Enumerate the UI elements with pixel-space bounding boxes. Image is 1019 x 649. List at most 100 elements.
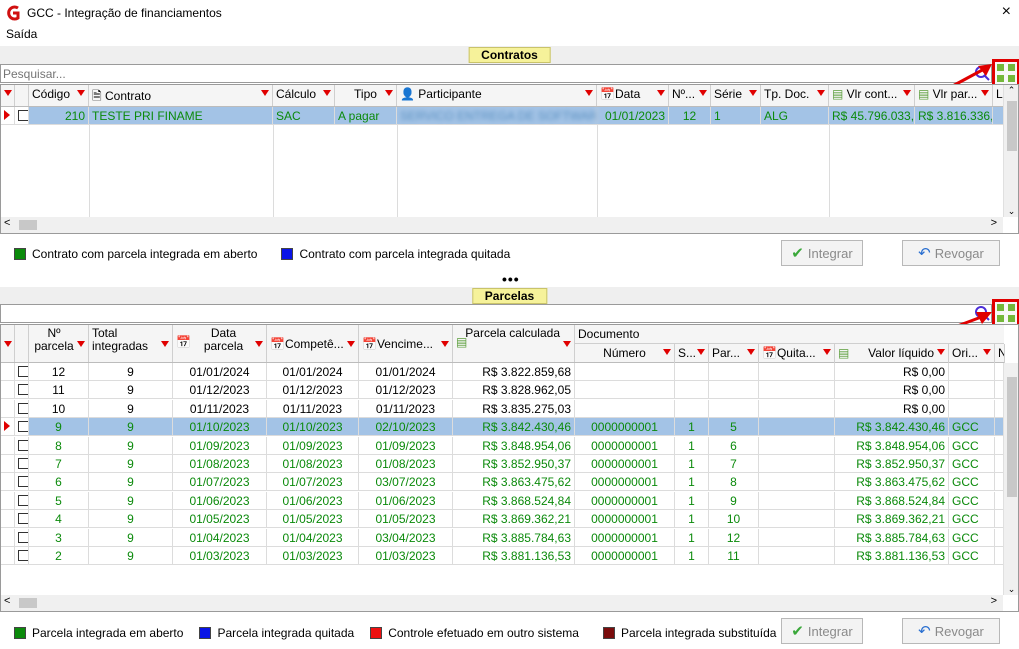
cell-total: 9 <box>89 547 173 564</box>
cell-liquido: R$ 3.868.524,84 <box>835 491 949 509</box>
col-tp-doc[interactable]: Tp. Doc. <box>761 85 829 106</box>
row-checkbox[interactable] <box>18 494 28 506</box>
row-checkbox[interactable] <box>18 531 28 543</box>
col-vlr-parcela[interactable]: ▤ Vlr par... <box>915 85 993 106</box>
splitter-handle[interactable]: ••• <box>502 271 520 287</box>
calendar-icon: 📅 <box>762 346 777 360</box>
current-row-indicator-icon <box>4 110 10 120</box>
filter-icon <box>699 90 707 96</box>
parcela-row[interactable]: 12 9 01/01/2024 01/01/2024 01/01/2024 R$ 3.82… <box>1 363 1005 381</box>
col-serie[interactable]: Série <box>711 85 761 106</box>
cell-liquido: R$ 3.869.362,21 <box>835 510 949 528</box>
col-doc-numero[interactable]: Número <box>575 344 675 363</box>
col-doc-serie[interactable]: S... <box>675 344 709 363</box>
parcela-row[interactable]: 5 9 01/06/2023 01/06/2023 01/06/2023 R$ 3.868… <box>1 491 1005 510</box>
contratos-horizontal-scrollbar[interactable]: < > <box>1 217 1003 233</box>
row-checkbox[interactable] <box>18 476 28 488</box>
cell-ori: GCC <box>949 473 995 491</box>
col-origem[interactable]: Ori... <box>949 344 995 363</box>
contrato-row[interactable]: 210 TESTE PRI FINAME SAC A pagar SERVICO… <box>1 107 1005 125</box>
cell-s: 1 <box>675 491 709 509</box>
close-icon[interactable]: × <box>1002 3 1011 21</box>
parcela-row[interactable]: 11 9 01/12/2023 01/12/2023 01/12/2023 R$ 3.82… <box>1 381 1005 400</box>
parcelas-vertical-scrollbar[interactable]: ⌄ <box>1003 363 1018 595</box>
row-checkbox[interactable] <box>18 421 28 433</box>
contratos-revogar-button[interactable]: ↶ Revogar <box>902 240 1000 266</box>
col-total-integradas[interactable]: Total integradas <box>89 325 173 362</box>
row-checkbox[interactable] <box>18 458 28 469</box>
col-tipo[interactable]: Tipo <box>335 85 397 106</box>
parcelas-integrar-button[interactable]: ✔ Integrar <box>781 618 863 644</box>
filter-icon <box>77 90 85 96</box>
col-contrato[interactable]: 🗎 Contrato <box>89 85 273 106</box>
parcelas-horizontal-scrollbar[interactable]: < > <box>1 595 1003 611</box>
cell-ori <box>949 381 995 399</box>
cell-numero: 0000000001 <box>575 436 675 454</box>
parcela-row[interactable]: 2 9 01/03/2023 01/03/2023 01/03/2023 R$ 3.881… <box>1 547 1005 565</box>
undo-icon: ↶ <box>918 623 931 640</box>
cell-ori <box>949 399 995 417</box>
cell-n: 7 <box>29 455 89 472</box>
col-num-parcela[interactable]: Nº parcela <box>29 325 89 362</box>
parcelas-search-input[interactable] <box>0 304 992 323</box>
cell-par <box>709 399 759 417</box>
col-data[interactable]: 📅Data <box>597 85 669 106</box>
col-data-parcela[interactable]: 📅 Data parcela <box>173 325 267 362</box>
contratos-integrar-button[interactable]: ✔ Integrar <box>781 240 863 266</box>
cell-par <box>709 363 759 380</box>
row-checkbox[interactable] <box>18 439 28 451</box>
cell-s: 1 <box>675 455 709 472</box>
col-valor-liquido[interactable]: ▤ Valor líquido <box>835 344 949 363</box>
cell-numero: 0000000001 <box>575 547 675 564</box>
col-doc-quitacao[interactable]: 📅Quita... <box>759 344 835 363</box>
cell-n: 8 <box>29 436 89 454</box>
col-vlr-contrato[interactable]: ▤ Vlr cont... <box>829 85 915 106</box>
cell-data: 01/05/2023 <box>173 510 267 528</box>
legend-label: Contrato com parcela integrada quitada <box>299 247 511 261</box>
row-checkbox[interactable] <box>18 550 28 561</box>
contratos-search-input[interactable] <box>0 64 992 83</box>
window-title: GCC - Integração de financiamentos <box>27 6 222 20</box>
legend-swatch <box>370 627 383 639</box>
col-numero[interactable]: Nº... <box>669 85 711 106</box>
expand-grid-button[interactable] <box>992 299 1019 327</box>
cell-venc: 01/06/2023 <box>359 491 453 509</box>
parcelas-revogar-button[interactable]: ↶ Revogar <box>902 618 1000 644</box>
parcela-row[interactable]: 10 9 01/11/2023 01/11/2023 01/11/2023 R$ 3.83… <box>1 399 1005 418</box>
calendar-icon: 📅 <box>176 335 191 349</box>
parcela-row[interactable]: 4 9 01/05/2023 01/05/2023 01/05/2023 R$ 3.869… <box>1 510 1005 529</box>
col-competencia[interactable]: 📅Competê... <box>267 325 359 362</box>
col-calculo[interactable]: Cálculo <box>273 85 335 106</box>
expand-grid-button[interactable] <box>992 59 1019 87</box>
cell-data: 01/06/2023 <box>173 491 267 509</box>
cell-ori: GCC <box>949 418 995 436</box>
col-codigo[interactable]: Código <box>29 85 89 106</box>
cell-numero: 0000000001 <box>575 510 675 528</box>
parcela-row[interactable]: 9 9 01/10/2023 01/10/2023 02/10/2023 R$ 3.842… <box>1 418 1005 437</box>
row-checkbox[interactable] <box>18 513 28 525</box>
cell-comp: 01/06/2023 <box>267 491 359 509</box>
cell-calculo: SAC <box>273 107 335 124</box>
parcelas-grid-header: Nº parcela Total integradas 📅 Data parcel… <box>1 325 1005 363</box>
cell-data: 01/04/2023 <box>173 528 267 546</box>
parcela-row[interactable]: 7 9 01/08/2023 01/08/2023 01/08/2023 R$ 3.852… <box>1 455 1005 473</box>
parcela-row[interactable]: 6 9 01/07/2023 01/07/2023 03/07/2023 R$ 3.863… <box>1 473 1005 492</box>
col-participante[interactable]: 👤 Participante <box>397 85 597 106</box>
parcela-row[interactable]: 3 9 01/04/2023 01/04/2023 03/04/2023 R$ 3.885… <box>1 528 1005 547</box>
cell-calc: R$ 3.881.136,53 <box>453 547 575 564</box>
cell-calc: R$ 3.852.950,37 <box>453 455 575 472</box>
row-checkbox[interactable] <box>18 402 28 414</box>
row-checkbox[interactable] <box>18 366 28 377</box>
col-doc-parcela[interactable]: Par... <box>709 344 759 363</box>
col-parcela-calculada[interactable]: ▤ Parcela calculada <box>453 325 575 362</box>
contratos-vertical-scrollbar[interactable]: ⌃ ⌄ <box>1003 85 1018 217</box>
menu-item-saida[interactable]: Saída <box>6 27 37 41</box>
parcela-row[interactable]: 8 9 01/09/2023 01/09/2023 01/09/2023 R$ 3.848… <box>1 436 1005 455</box>
col-vencimento[interactable]: 📅Vencime... <box>359 325 453 362</box>
col-n[interactable]: N <box>995 344 1005 363</box>
calendar-icon: 📅 <box>600 87 615 101</box>
cell-n: 6 <box>29 473 89 491</box>
row-checkbox[interactable] <box>18 110 28 121</box>
cell-par: 8 <box>709 473 759 491</box>
row-checkbox[interactable] <box>18 384 28 396</box>
